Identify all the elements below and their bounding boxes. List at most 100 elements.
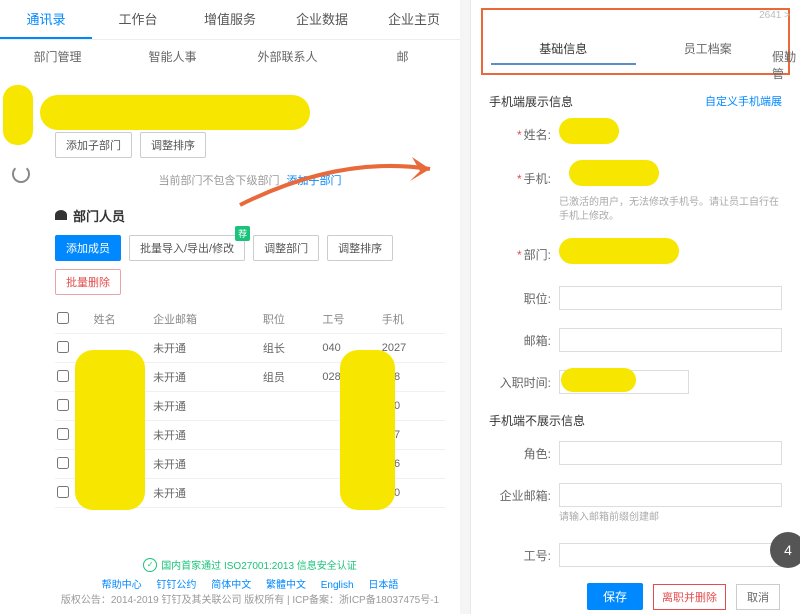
cert-text: 国内首家通过 ISO27001:2013 信息安全认证	[40, 557, 460, 572]
sort-people-button[interactable]: 调整排序	[327, 235, 393, 261]
cell-pos	[261, 450, 320, 479]
float-button[interactable]: 4	[770, 532, 800, 568]
select-all-checkbox[interactable]	[57, 312, 69, 324]
table-row[interactable]: 未开通530	[55, 392, 445, 421]
people-table: 姓名 企业邮箱 职位 工号 手机 未开通组长0402027未开通组员028308…	[55, 305, 445, 508]
tab-workbench[interactable]: 工作台	[92, 0, 184, 39]
table-row[interactable]: 未开通组员028308	[55, 363, 445, 392]
row-emp-no: 工号:	[489, 543, 782, 567]
cell-mail: 未开通	[151, 421, 261, 450]
table-header-row: 姓名 企业邮箱 职位 工号 手机	[55, 305, 445, 334]
subtab-mail[interactable]: 邮	[345, 40, 460, 74]
row-checkbox[interactable]	[57, 370, 69, 382]
tab-basic-info[interactable]: 基础信息	[491, 40, 636, 65]
count-hint: 2641 >	[759, 10, 790, 21]
cancel-button[interactable]: 取消	[736, 584, 780, 610]
emp-no-input[interactable]	[559, 543, 782, 567]
main-tabs: 通讯录 工作台 增值服务 企业数据 企业主页	[0, 0, 460, 40]
content-box: 下级部门 添加子部门 调整排序 当前部门不包含下级部门 添加子部门 部门人员 添…	[40, 75, 460, 614]
link-jp[interactable]: 日本語	[368, 580, 398, 591]
cell-phone: 817	[380, 421, 445, 450]
hire-date-input[interactable]	[559, 370, 689, 394]
cell-name	[92, 334, 151, 363]
batch-import-button[interactable]: 批量导入/导出/修改	[129, 235, 245, 261]
tab-homepage[interactable]: 企业主页	[368, 0, 460, 39]
link-zhtw[interactable]: 繁體中文	[266, 580, 306, 591]
section-hide-title: 手机端不展示信息	[489, 412, 782, 429]
right-top-box: 基础信息 员工档案	[481, 8, 790, 75]
corp-mail-hint: 请输入邮箱前缀创建邮	[559, 511, 782, 525]
cell-name	[92, 392, 151, 421]
section-sub-dept-label: 下级部门	[71, 103, 123, 122]
subtab-external[interactable]: 外部联系人	[230, 40, 345, 74]
row-role: 角色:	[489, 441, 782, 465]
cell-pos: 组员	[261, 363, 320, 392]
cell-mail: 未开通	[151, 450, 261, 479]
footer: 国内首家通过 ISO27001:2013 信息安全认证 帮助中心 钉钉公约 简体…	[40, 549, 460, 614]
cell-mail: 未开通	[151, 479, 261, 508]
label-position: 职位:	[489, 286, 551, 307]
cell-no	[320, 450, 379, 479]
batch-delete-button[interactable]: 批量删除	[55, 269, 121, 295]
row-position: 职位:	[489, 286, 782, 310]
add-sub-dept-button[interactable]: 添加子部门	[55, 132, 132, 158]
cell-name	[92, 421, 151, 450]
link-help[interactable]: 帮助中心	[102, 580, 142, 591]
cell-phone: 2027	[380, 334, 445, 363]
table-row[interactable]: 未开通 816	[55, 450, 445, 479]
leave-delete-button[interactable]: 离职并删除	[653, 584, 726, 610]
dept-buttons: 添加子部门 调整排序	[55, 132, 445, 158]
tab-contacts[interactable]: 通讯录	[0, 0, 92, 39]
cell-no: 028	[320, 363, 379, 392]
empty-dept-link[interactable]: 添加子部门	[287, 175, 342, 187]
row-hire: 入职时间:	[489, 370, 782, 394]
left-panel: 通讯录 工作台 增值服务 企业数据 企业主页 部门管理 智能人事 外部联系人 邮…	[0, 0, 460, 614]
cell-pos	[261, 479, 320, 508]
corp-mail-input[interactable]	[559, 483, 782, 507]
subtab-dept[interactable]: 部门管理	[0, 40, 115, 74]
org-icon	[55, 105, 65, 120]
cell-no	[320, 392, 379, 421]
save-button[interactable]: 保存	[587, 583, 643, 610]
row-checkbox[interactable]	[57, 341, 69, 353]
table-row[interactable]: 未开通组长0402027	[55, 334, 445, 363]
row-phone: *手机: 已激活的用户，无法修改手机号。请让员工自行在手机上修改。	[489, 166, 782, 224]
label-mail: 邮箱:	[489, 328, 551, 349]
refresh-icon[interactable]	[12, 165, 30, 183]
label-name: *姓名:	[489, 122, 551, 143]
tab-vas[interactable]: 增值服务	[184, 0, 276, 39]
footer-links: 帮助中心 钉钉公约 简体中文 繁體中文 English 日本語	[40, 576, 460, 591]
row-corp-mail: 企业邮箱: 请输入邮箱前缀创建邮	[489, 483, 782, 525]
cell-mail: 未开通	[151, 392, 261, 421]
custom-display-link[interactable]: 自定义手机端展	[705, 93, 782, 109]
row-checkbox[interactable]	[57, 486, 69, 498]
sort-dept-button[interactable]: 调整排序	[140, 132, 206, 158]
table-row[interactable]: 未开通 817	[55, 421, 445, 450]
cell-phone: 816	[380, 450, 445, 479]
link-agree[interactable]: 钉钉公约	[156, 580, 196, 591]
right-tabs: 基础信息 员工档案	[491, 40, 780, 65]
add-member-button[interactable]: 添加成员	[55, 235, 121, 261]
phone-hint: 已激活的用户，无法修改手机号。请让员工自行在手机上修改。	[559, 196, 782, 224]
subtab-hr[interactable]: 智能人事	[115, 40, 230, 74]
tab-attendance[interactable]: 假勤管	[756, 44, 800, 86]
row-checkbox[interactable]	[57, 399, 69, 411]
tab-data[interactable]: 企业数据	[276, 0, 368, 39]
empty-dept-text: 当前部门不包含下级部门	[158, 175, 279, 187]
move-dept-button[interactable]: 调整部门	[253, 235, 319, 261]
mail-input[interactable]	[559, 328, 782, 352]
cell-pos: 组长	[261, 334, 320, 363]
section-sub-dept: 下级部门	[55, 103, 445, 122]
position-input[interactable]	[559, 286, 782, 310]
cell-phone: 308	[380, 363, 445, 392]
table-row[interactable]: 未开通970	[55, 479, 445, 508]
cell-no	[320, 421, 379, 450]
row-checkbox[interactable]	[57, 428, 69, 440]
link-en[interactable]: English	[321, 580, 354, 591]
people-buttons: 添加成员 批量导入/导出/修改 调整部门 调整排序 批量删除	[55, 235, 445, 295]
row-checkbox[interactable]	[57, 457, 69, 469]
section-show-title: 手机端展示信息 自定义手机端展	[489, 93, 782, 110]
label-role: 角色:	[489, 441, 551, 462]
role-input[interactable]	[559, 441, 782, 465]
link-zhcn[interactable]: 简体中文	[211, 580, 251, 591]
